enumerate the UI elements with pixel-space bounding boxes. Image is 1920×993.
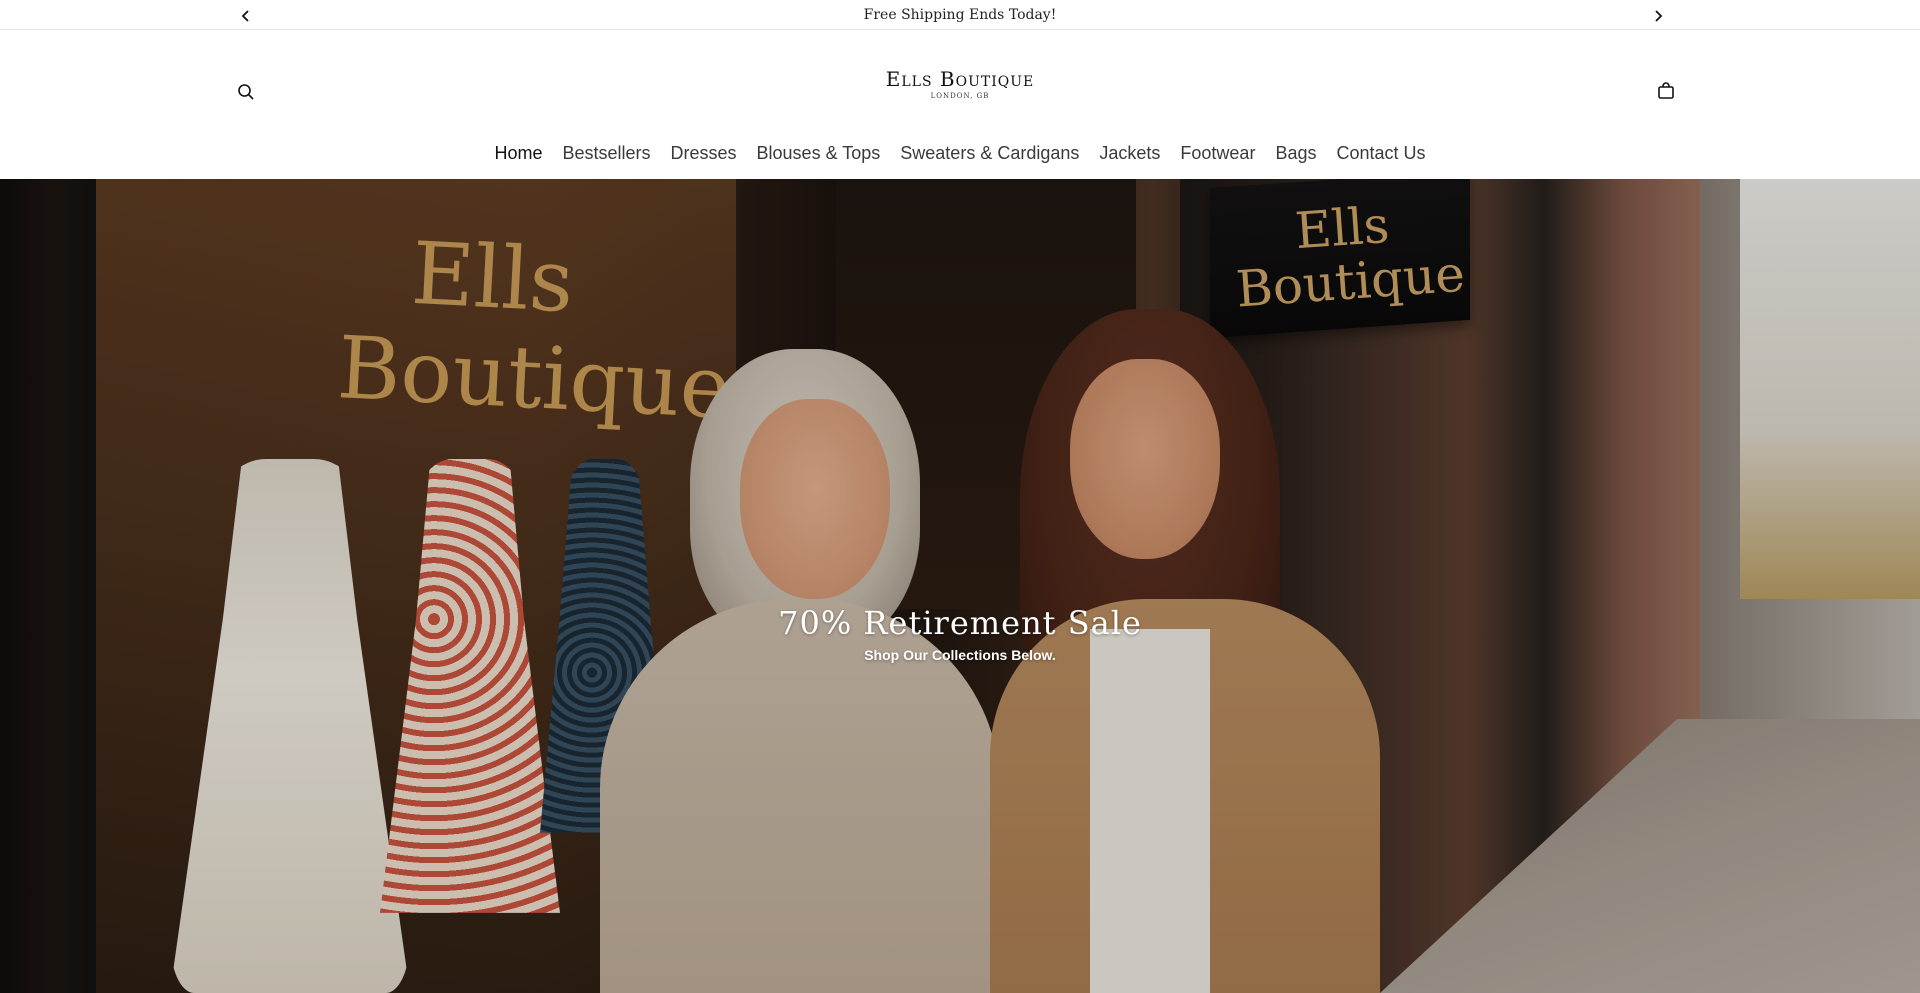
main-navigation: Home Bestsellers Dresses Blouses & Tops … [0, 142, 1920, 164]
nav-item-home[interactable]: Home [484, 142, 552, 164]
nav-item-jackets[interactable]: Jackets [1089, 142, 1170, 164]
announcement-text: Free Shipping Ends Today! [863, 7, 1057, 23]
search-icon [238, 84, 254, 100]
nav-item-sweaters-cardigans[interactable]: Sweaters & Cardigans [890, 142, 1089, 164]
nav-item-footwear[interactable]: Footwear [1170, 142, 1265, 164]
hero-title: 70% Retirement Sale [778, 604, 1142, 642]
nav-item-bestsellers[interactable]: Bestsellers [552, 142, 660, 164]
chevron-right-icon [1655, 10, 1663, 22]
hero-overlay [0, 179, 1920, 993]
logo-location: LONDON, GB [930, 92, 990, 100]
logo-wordmark: Ells Boutique [885, 67, 1035, 91]
announcement-bar: Free Shipping Ends Today! [0, 0, 1920, 30]
nav-item-bags[interactable]: Bags [1265, 142, 1326, 164]
shopping-bag-icon [1658, 82, 1674, 99]
nav-item-blouses-tops[interactable]: Blouses & Tops [747, 142, 891, 164]
announcement-next-button[interactable] [1648, 6, 1668, 26]
site-header: Ells Boutique LONDON, GB Home Bestseller… [0, 30, 1920, 178]
cart-button[interactable] [1654, 79, 1678, 103]
site-logo[interactable]: Ells Boutique LONDON, GB [860, 68, 1060, 112]
nav-item-dresses[interactable]: Dresses [661, 142, 747, 164]
hero-subtitle: Shop Our Collections Below. [864, 647, 1056, 663]
hero-banner: Ells Boutique Ells Boutique 70% Retireme… [0, 179, 1920, 993]
nav-item-contact-us[interactable]: Contact Us [1326, 142, 1435, 164]
search-button[interactable] [234, 80, 258, 104]
